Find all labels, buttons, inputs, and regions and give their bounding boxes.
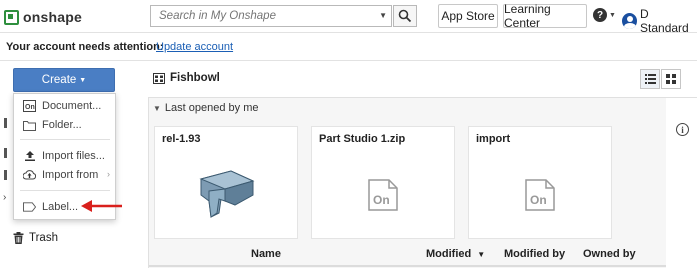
menu-item-label: Folder... xyxy=(42,119,82,131)
attention-message: Your account needs attention: xyxy=(6,41,164,53)
breadcrumb[interactable]: Fishbowl xyxy=(153,72,220,84)
card-thumbnail xyxy=(155,151,297,238)
column-header-modified-by[interactable]: Modified by xyxy=(504,248,565,260)
help-icon: ? xyxy=(593,8,607,22)
sidebar-item-trash[interactable]: Trash xyxy=(13,232,58,244)
update-account-link[interactable]: Update account xyxy=(156,41,233,53)
menu-item-folder[interactable]: Folder... xyxy=(14,116,115,134)
menu-item-import-files[interactable]: Import files... xyxy=(14,147,115,165)
label-tag-icon xyxy=(23,201,36,213)
right-rail: i xyxy=(666,97,697,268)
user-menu[interactable]: D Standard xyxy=(622,7,697,35)
card-thumbnail: On xyxy=(469,151,611,238)
documents-main-area: ▼ Last opened by me rel-1.93 Part Studio… xyxy=(148,97,667,268)
search-icon xyxy=(398,9,412,23)
column-header-label: Modified xyxy=(426,248,472,260)
section-header[interactable]: ▼ Last opened by me xyxy=(153,102,259,114)
create-button-label: Create xyxy=(41,74,77,86)
user-name: D Standard xyxy=(640,7,689,35)
search-dropdown-icon[interactable]: ▼ xyxy=(379,11,387,20)
section-title: Last opened by me xyxy=(164,102,259,114)
card-thumbnail: On xyxy=(312,151,454,238)
onshape-document-icon: On xyxy=(368,178,398,211)
sort-descending-icon: ▼ xyxy=(477,250,486,259)
svg-text:On: On xyxy=(530,193,547,207)
search-input[interactable] xyxy=(151,6,371,26)
document-card[interactable]: import On xyxy=(468,126,612,239)
onshape-logo[interactable]: onshape xyxy=(4,7,82,27)
menu-divider xyxy=(20,190,110,191)
chevron-down-icon: ▼ xyxy=(79,76,87,84)
help-menu[interactable]: ? ▼ xyxy=(593,8,616,22)
menu-item-document[interactable]: On Document... xyxy=(14,97,115,115)
search-button[interactable] xyxy=(393,5,417,27)
onshape-document-icon: On xyxy=(525,178,555,211)
chevron-down-icon: ▼ xyxy=(609,11,616,19)
column-header-owned-by[interactable]: Owned by xyxy=(583,248,636,260)
info-icon[interactable]: i xyxy=(676,123,689,136)
document-card[interactable]: rel-1.93 xyxy=(154,126,298,239)
account-attention-bar: Your account needs attention: Update acc… xyxy=(0,34,697,61)
sidebar-item-marker xyxy=(4,170,7,180)
menu-item-label: Document... xyxy=(42,100,102,112)
learning-center-button[interactable]: Learning Center xyxy=(503,2,587,30)
sidebar-item-marker xyxy=(4,148,7,158)
card-title: rel-1.93 xyxy=(162,133,201,145)
upload-icon xyxy=(23,150,36,162)
onshape-document-icon: On xyxy=(23,100,36,112)
list-view-button[interactable] xyxy=(640,69,660,89)
chevron-right-icon: › xyxy=(107,169,110,179)
chevron-right-icon[interactable]: › xyxy=(3,192,6,203)
menu-item-import-from[interactable]: Import from › xyxy=(14,166,115,184)
card-title: import xyxy=(476,133,511,145)
annotation-arrow-icon xyxy=(81,200,122,212)
menu-item-label: Import files... xyxy=(42,150,105,162)
menu-divider xyxy=(20,139,110,140)
avatar xyxy=(622,13,638,29)
breadcrumb-label: Fishbowl xyxy=(170,72,220,84)
menu-item-label: Label... xyxy=(42,201,79,213)
logo-text: onshape xyxy=(23,9,82,25)
chevron-down-icon: ▼ xyxy=(153,103,161,113)
menu-item-label: Import from xyxy=(42,169,99,181)
list-view-icon xyxy=(644,74,656,84)
onshape-logo-icon xyxy=(4,9,19,25)
grid-view-button[interactable] xyxy=(661,69,681,89)
search-box: ▼ xyxy=(150,5,392,27)
document-card[interactable]: Part Studio 1.zip On xyxy=(311,126,455,239)
grid-view-icon xyxy=(666,74,676,84)
column-header-name[interactable]: Name xyxy=(251,248,281,260)
divider xyxy=(149,265,667,267)
sidebar-item-marker xyxy=(4,118,7,128)
top-bar: onshape ▼ App Store Learning Center ? ▼ … xyxy=(0,0,697,35)
trash-icon xyxy=(13,232,24,244)
folder-icon xyxy=(23,119,36,131)
workspace-icon xyxy=(153,72,165,84)
cloud-upload-icon xyxy=(23,169,36,181)
column-header-modified[interactable]: Modified ▼ xyxy=(426,248,485,260)
create-button[interactable]: Create ▼ xyxy=(13,68,115,92)
card-title: Part Studio 1.zip xyxy=(319,133,406,145)
sidebar-item-label: Trash xyxy=(29,232,58,244)
part-thumbnail-icon xyxy=(199,169,255,218)
app-store-button[interactable]: App Store xyxy=(438,4,498,28)
svg-text:On: On xyxy=(25,104,35,111)
svg-text:On: On xyxy=(373,193,390,207)
